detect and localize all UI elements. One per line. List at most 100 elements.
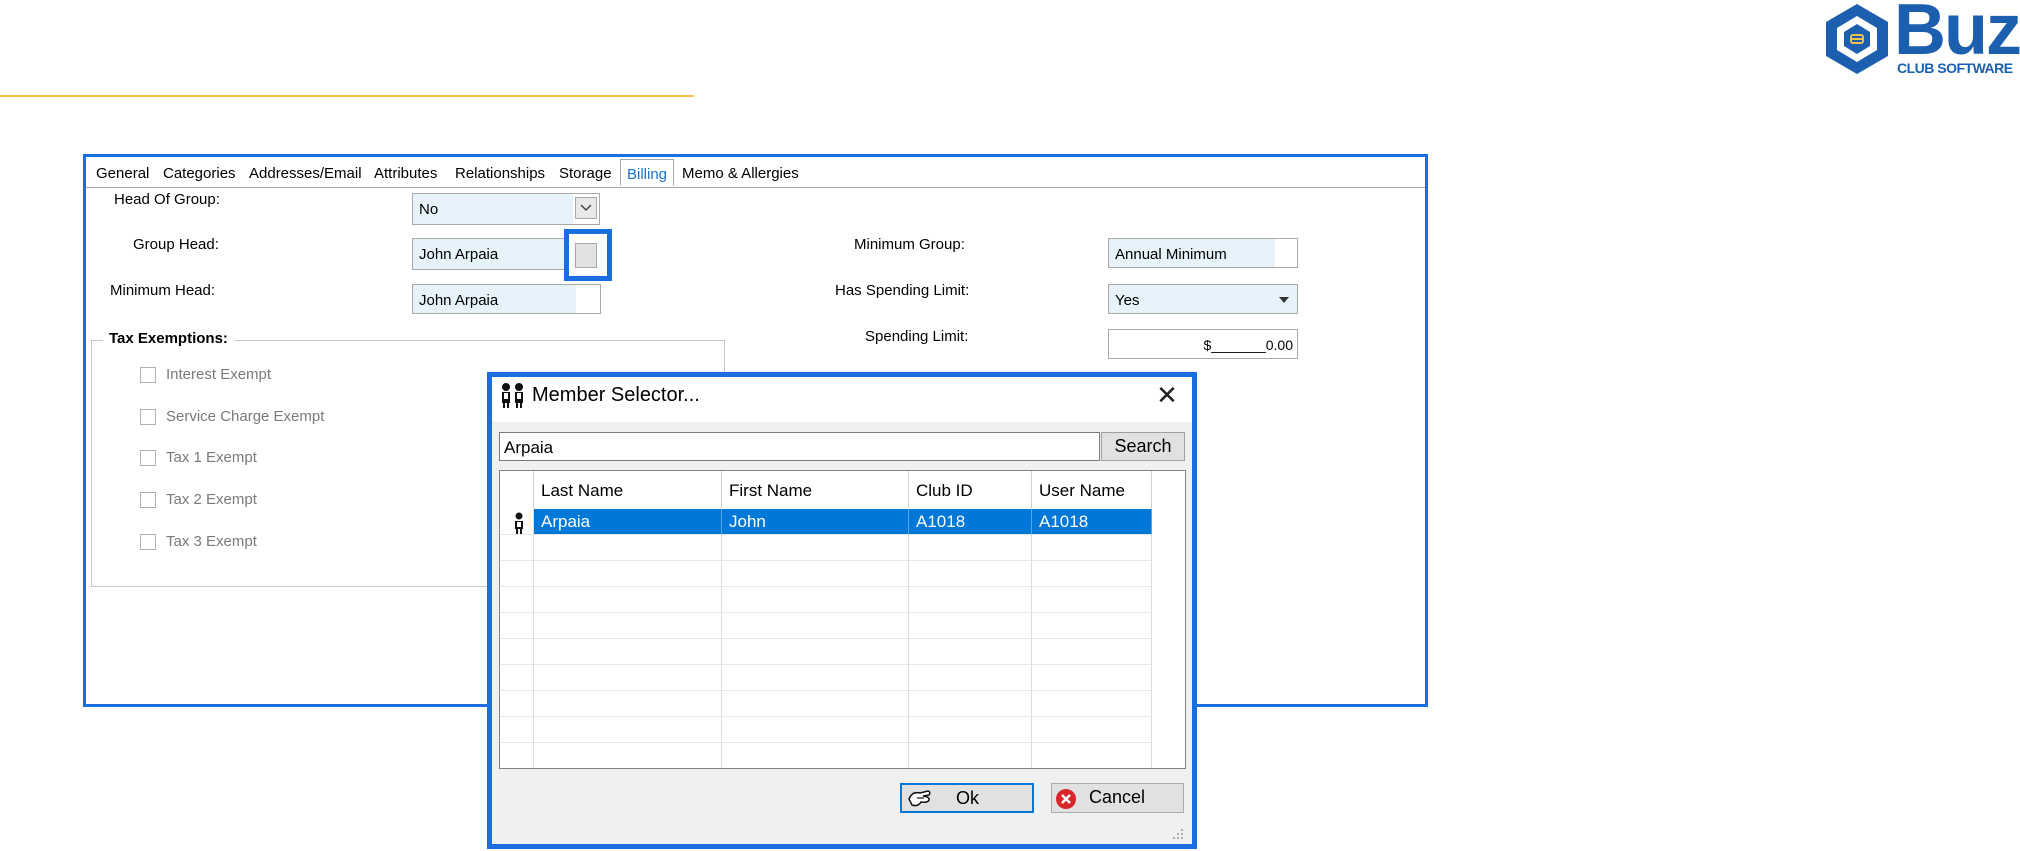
empty-cell [534, 639, 722, 665]
empty-cell [1032, 613, 1152, 639]
empty-cell [722, 717, 909, 743]
tab-bar: General Categories Addresses/Email Attri… [86, 157, 1425, 188]
empty-cell [500, 613, 534, 639]
ok-hand-icon [908, 790, 931, 807]
has-spending-limit-value: Yes [1115, 292, 1140, 309]
highlight-frame [564, 229, 612, 281]
empty-cell [909, 613, 1032, 639]
group-head-value: John Arpaia [419, 246, 499, 263]
empty-cell [909, 665, 1032, 691]
cancel-x-icon [1056, 789, 1076, 809]
column-header-user-name[interactable]: User Name [1032, 471, 1152, 509]
resize-grip-icon[interactable] [1170, 826, 1184, 840]
cell-club-id: A1018 [909, 509, 1032, 535]
member-results-grid: Last Name First Name Club ID User Name A… [499, 470, 1186, 769]
tab-attributes[interactable]: Attributes [374, 165, 437, 182]
dialog-title: Member Selector... [532, 384, 700, 406]
head-of-group-select[interactable]: No [412, 193, 600, 225]
empty-cell [534, 561, 722, 587]
minimum-group-field[interactable]: Annual Minimum [1108, 238, 1298, 268]
empty-cell [722, 561, 909, 587]
empty-cell [1032, 665, 1152, 691]
empty-cell [722, 743, 909, 768]
column-header-first-name[interactable]: First Name [722, 471, 909, 509]
empty-cell [1032, 561, 1152, 587]
search-button[interactable]: Search [1101, 432, 1185, 461]
empty-cell [534, 587, 722, 613]
cell-last-name: Arpaia [534, 509, 722, 535]
empty-row [500, 743, 1152, 768]
tab-storage[interactable]: Storage [559, 165, 612, 182]
minimum-head-field[interactable]: John Arpaia [412, 284, 601, 314]
empty-cell [909, 561, 1032, 587]
empty-row [500, 561, 1152, 587]
minimum-group-value: Annual Minimum [1115, 246, 1227, 263]
empty-cell [722, 613, 909, 639]
tax-2-exempt-label: Tax 2 Exempt [166, 491, 257, 508]
tax-3-exempt-checkbox[interactable] [140, 534, 156, 550]
row-header [500, 509, 534, 535]
minimum-group-label: Minimum Group: [854, 236, 965, 253]
tab-memo-allergies[interactable]: Memo & Allergies [682, 165, 799, 182]
spending-limit-field[interactable]: $_______0.00 [1108, 329, 1298, 359]
members-icon [502, 383, 523, 408]
service-charge-exempt-checkbox[interactable] [140, 409, 156, 425]
empty-cell [500, 717, 534, 743]
member-search-input[interactable]: Arpaia [499, 432, 1100, 461]
cell-user-name: A1018 [1032, 509, 1152, 535]
minimum-head-label: Minimum Head: [110, 282, 216, 299]
empty-cell [722, 535, 909, 561]
empty-cell [500, 665, 534, 691]
table-row[interactable]: Arpaia John A1018 A1018 [500, 509, 1152, 535]
dropdown-arrow-icon[interactable] [1279, 297, 1289, 303]
empty-cell [1032, 535, 1152, 561]
interest-exempt-checkbox[interactable] [140, 367, 156, 383]
empty-cell [534, 691, 722, 717]
close-icon[interactable]: ✕ [1150, 378, 1184, 412]
empty-cell [722, 691, 909, 717]
tax-3-exempt-label: Tax 3 Exempt [166, 533, 257, 550]
cancel-button[interactable]: Cancel [1051, 783, 1184, 813]
column-header-club-id[interactable]: Club ID [909, 471, 1032, 509]
tax-exemptions-title: Tax Exemptions: [103, 330, 234, 347]
ok-button[interactable]: Ok [900, 783, 1034, 813]
has-spending-limit-label: Has Spending Limit: [835, 282, 970, 299]
has-spending-limit-select[interactable]: Yes [1108, 284, 1298, 314]
empty-cell [909, 587, 1032, 613]
buz-logo: Buz CLUB SOFTWARE [1822, 0, 2020, 78]
dropdown-chevron-icon[interactable] [575, 197, 597, 219]
empty-cell [500, 587, 534, 613]
tax-2-exempt-checkbox[interactable] [140, 492, 156, 508]
spending-limit-label: Spending Limit: [865, 328, 969, 345]
tab-addresses-email[interactable]: Addresses/Email [249, 165, 362, 182]
empty-cell [500, 639, 534, 665]
empty-cell [534, 743, 722, 768]
service-charge-exempt-label: Service Charge Exempt [166, 408, 325, 425]
empty-cell [1032, 743, 1152, 768]
empty-cell [534, 665, 722, 691]
spending-limit-value: $_______0.00 [1203, 337, 1293, 353]
empty-cell [1032, 587, 1152, 613]
tab-billing[interactable]: Billing [620, 159, 675, 186]
logo-subtitle: CLUB SOFTWARE [1897, 60, 2013, 76]
cancel-button-label: Cancel [1089, 787, 1146, 807]
empty-cell [500, 743, 534, 768]
tax-1-exempt-checkbox[interactable] [140, 450, 156, 466]
head-of-group-label: Head Of Group: [114, 191, 220, 208]
row-header-corner [500, 471, 534, 509]
group-head-field[interactable]: John Arpaia [412, 238, 569, 270]
empty-row [500, 691, 1152, 717]
tab-general[interactable]: General [96, 165, 149, 182]
empty-cell [1032, 639, 1152, 665]
empty-cell [1032, 691, 1152, 717]
empty-row [500, 535, 1152, 561]
tab-relationships[interactable]: Relationships [455, 165, 545, 182]
logo-icon [1826, 4, 1888, 74]
cell-first-name: John [722, 509, 909, 535]
empty-cell [534, 613, 722, 639]
column-header-last-name[interactable]: Last Name [534, 471, 722, 509]
head-of-group-value: No [419, 201, 439, 218]
tab-categories[interactable]: Categories [163, 165, 236, 182]
empty-cell [500, 691, 534, 717]
interest-exempt-label: Interest Exempt [166, 366, 272, 383]
